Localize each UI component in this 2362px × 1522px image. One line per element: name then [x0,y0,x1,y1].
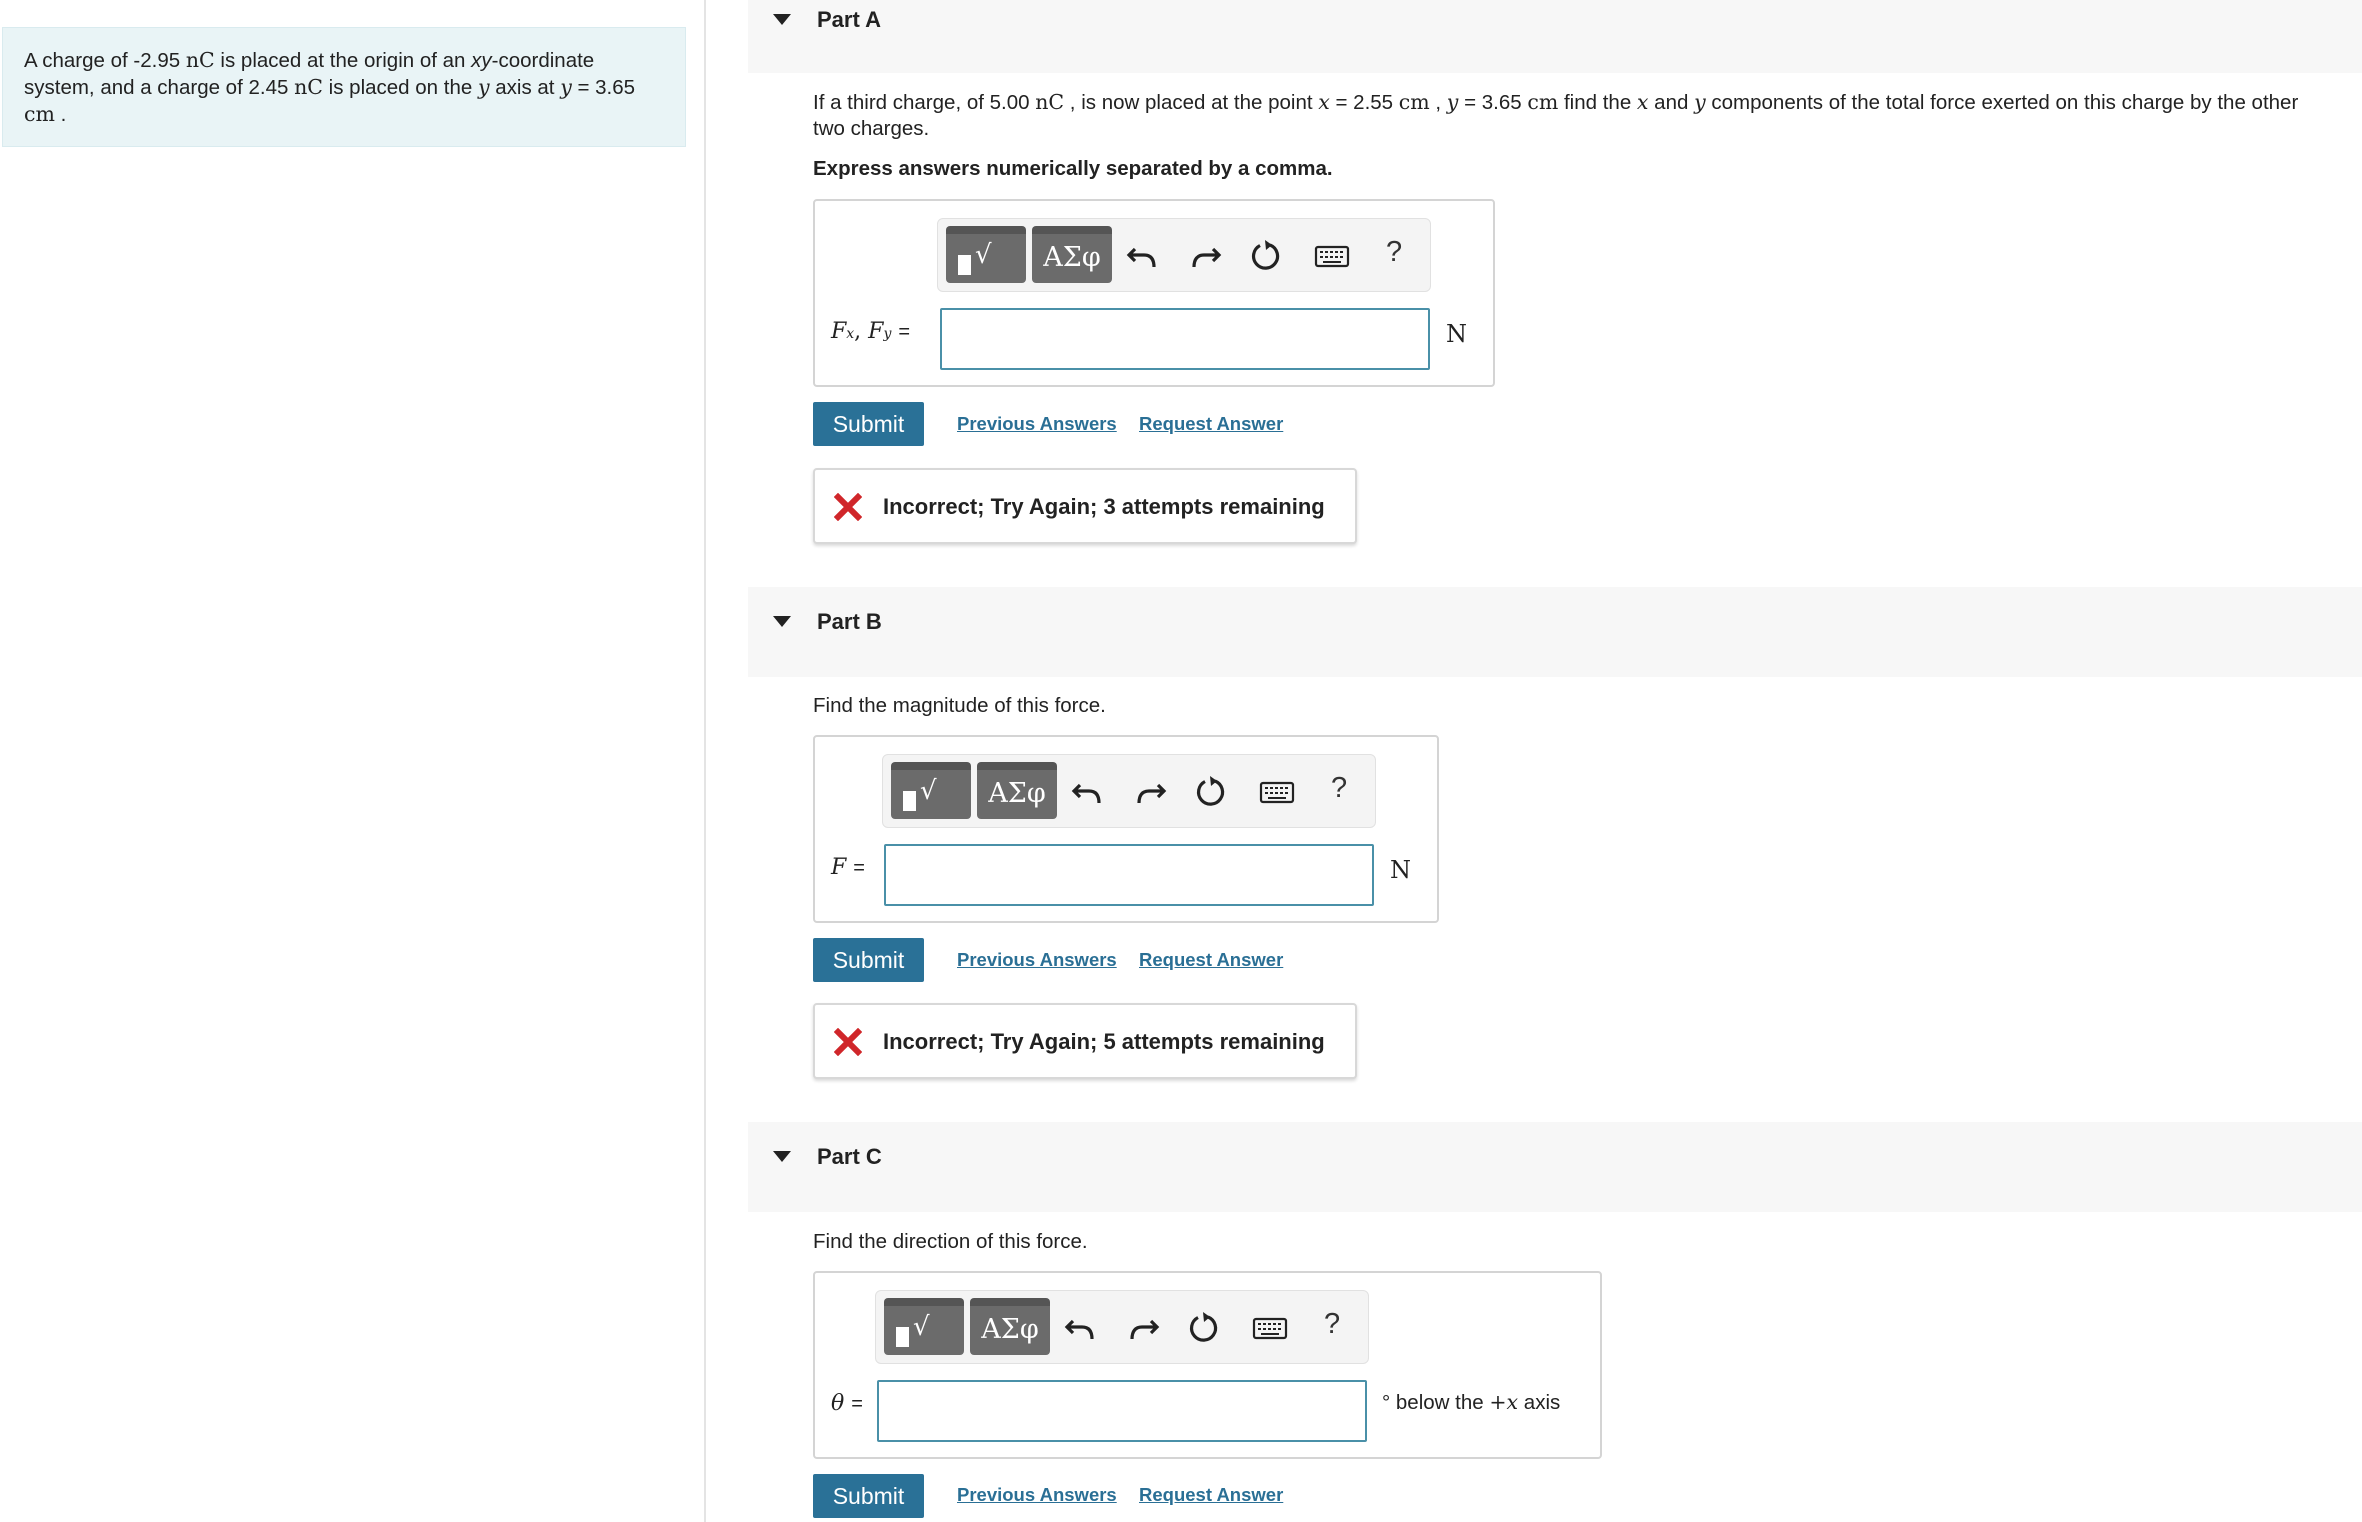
undo-icon[interactable] [1071,775,1105,809]
unit-label: N [1446,320,1467,348]
part-c-header[interactable]: Part C [748,1122,2362,1212]
templates-icon[interactable]: √ [946,226,1026,283]
var-x: x [1318,90,1330,114]
unit-cm: cm [1398,90,1430,114]
part-a-title: Part A [817,7,881,32]
redo-icon[interactable] [1126,1311,1160,1345]
templates-icon[interactable]: √ [891,762,971,819]
feedback-text: Incorrect; Try Again; 5 attempts remaini… [883,1029,1325,1054]
greek-symbols-icon[interactable]: ΑΣφ [970,1298,1050,1355]
previous-answers-link[interactable]: Previous Answers [957,949,1117,971]
collapse-caret-icon[interactable] [773,14,791,25]
submit-button[interactable]: Submit [813,402,924,446]
templates-icon[interactable]: √ [884,1298,964,1355]
part-a-prompt: If a third charge, of 5.00 nC , is now p… [813,89,2333,142]
part-b-title: Part B [817,609,882,634]
direction-unit-label: ° below the +x axis [1382,1390,1561,1414]
prompt-text: components of the total force exerted on… [1705,91,2299,114]
collapse-caret-icon[interactable] [773,1151,791,1162]
problem-text: axis at [489,76,561,99]
request-answer-link[interactable]: Request Answer [1139,413,1283,435]
undo-icon[interactable] [1126,239,1160,273]
part-a-header[interactable]: Part A [748,0,2362,73]
incorrect-feedback: Incorrect; Try Again; 5 attempts remaini… [813,1003,1357,1079]
part-c-title: Part C [817,1144,882,1169]
part-b-header[interactable]: Part B [748,587,2362,677]
submit-button[interactable]: Submit [813,938,924,982]
problem-text-xy: xy [471,49,492,72]
problem-text: is placed on the [322,76,478,99]
undo-icon[interactable] [1064,1311,1098,1345]
prompt-text: If a third charge, of 5.00 [813,91,1036,114]
unit-nc: nC [294,75,323,99]
problem-text: system, and a charge of 2.45 [24,76,295,99]
theta-label: θ = [831,1391,863,1416]
reset-icon[interactable] [1193,775,1227,809]
problem-text: . [54,103,67,126]
reset-icon[interactable] [1186,1311,1220,1345]
var-y: y [477,75,490,99]
problem-statement: A charge of -2.95 nC is placed at the or… [2,27,686,147]
part-a-answer-box: √ ΑΣφ ? Fx, Fy = N [813,199,1495,387]
var-y: y [560,75,572,99]
var-x: x [1636,90,1649,114]
part-c-answer-box: √ ΑΣφ ? θ = ° below the +x axis [813,1271,1602,1459]
incorrect-x-icon [834,1028,862,1056]
prompt-text: , [1429,91,1447,114]
f-label: F = [831,855,865,880]
unit-nc: nC [185,48,215,72]
unit-cm: cm [1527,90,1559,114]
math-toolbar: √ ΑΣφ ? [882,754,1376,828]
fx-fy-label: Fx, Fy = [831,319,911,344]
collapse-caret-icon[interactable] [773,616,791,627]
request-answer-link[interactable]: Request Answer [1139,949,1283,971]
unit-nc: nC [1035,90,1065,114]
problem-text: A charge of -2.95 [24,49,186,72]
prompt-text: = 2.55 [1329,91,1399,114]
prompt-text: = 3.65 [1458,91,1528,114]
problem-text: -coordinate [491,49,595,72]
redo-icon[interactable] [1133,775,1167,809]
var-y: y [1694,90,1706,114]
part-b-answer-box: √ ΑΣφ ? F = N [813,735,1439,923]
feedback-text: Incorrect; Try Again; 3 attempts remaini… [883,494,1325,519]
redo-icon[interactable] [1188,239,1222,273]
prompt-text: and [1648,91,1695,114]
submit-button[interactable]: Submit [813,1474,924,1518]
f-magnitude-input[interactable] [884,844,1374,906]
problem-text: = 3.65 [571,76,636,99]
previous-answers-link[interactable]: Previous Answers [957,1484,1117,1506]
unit-cm: cm [24,102,55,126]
math-toolbar: √ ΑΣφ ? [875,1290,1369,1364]
incorrect-x-icon [834,493,862,521]
problem-panel: A charge of -2.95 nC is placed at the or… [0,0,706,1522]
greek-symbols-icon[interactable]: ΑΣφ [1032,226,1112,283]
part-a-instruction: Express answers numerically separated by… [813,157,1333,180]
parts-column: Part A If a third charge, of 5.00 nC , i… [748,0,2362,1522]
prompt-text: find the [1558,91,1637,114]
keyboard-icon[interactable] [1259,775,1295,809]
reset-icon[interactable] [1248,239,1282,273]
greek-symbols-icon[interactable]: ΑΣφ [977,762,1057,819]
problem-text: is placed at the origin of an [214,49,472,72]
keyboard-icon[interactable] [1252,1311,1288,1345]
prompt-text: two charges. [813,117,930,140]
help-icon[interactable]: ? [1386,236,1402,269]
request-answer-link[interactable]: Request Answer [1139,1484,1283,1506]
help-icon[interactable]: ? [1324,1308,1340,1341]
var-y: y [1446,90,1459,114]
part-c-prompt: Find the direction of this force. [813,1230,1088,1253]
math-toolbar: √ ΑΣφ ? [937,218,1431,292]
incorrect-feedback: Incorrect; Try Again; 3 attempts remaini… [813,468,1357,544]
keyboard-icon[interactable] [1314,239,1350,273]
part-b-prompt: Find the magnitude of this force. [813,694,1106,717]
unit-label: N [1390,856,1411,884]
previous-answers-link[interactable]: Previous Answers [957,413,1117,435]
fx-fy-input[interactable] [940,308,1430,370]
help-icon[interactable]: ? [1331,772,1347,805]
prompt-text: , is now placed at the point [1064,91,1319,114]
theta-direction-input[interactable] [877,1380,1367,1442]
